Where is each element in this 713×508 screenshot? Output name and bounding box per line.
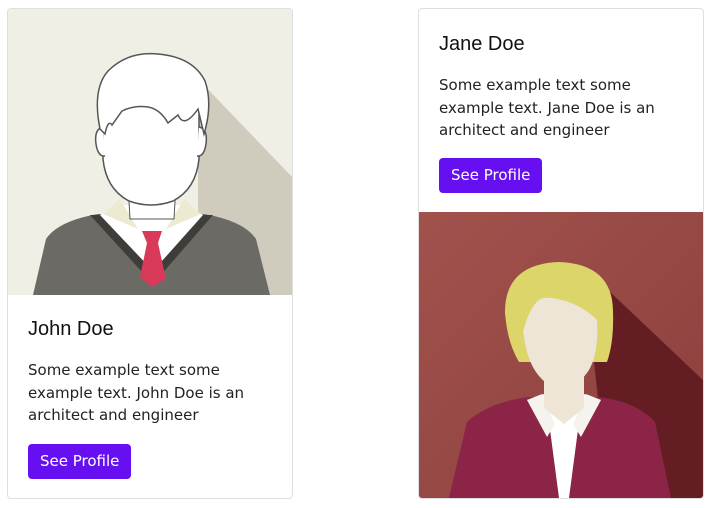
card-text: Some example text some example text. Joh…	[28, 361, 245, 424]
card-text: Some example text some example text. Jan…	[439, 76, 655, 139]
card-body: John Doe Some example text some example …	[8, 295, 292, 479]
see-profile-button[interactable]: See Profile	[28, 443, 132, 479]
see-profile-button[interactable]: See Profile	[439, 157, 543, 193]
card-title: Jane Doe	[439, 33, 525, 55]
profile-card-john: John Doe Some example text some example …	[7, 8, 293, 499]
card-body: Jane Doe Some example text some example …	[419, 9, 703, 212]
card-title: John Doe	[28, 318, 114, 340]
male-avatar-icon	[8, 9, 292, 295]
female-avatar-icon	[419, 211, 703, 498]
profile-card-jane: Jane Doe Some example text some example …	[418, 8, 704, 499]
